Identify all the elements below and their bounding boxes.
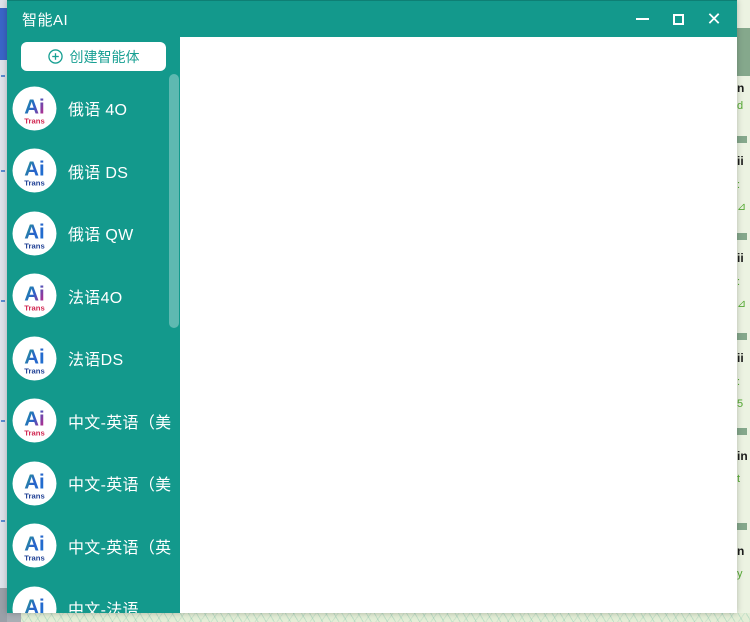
agent-label: 俄语 DS (68, 164, 129, 182)
sidebar: 创建智能体 Ai Trans 俄语 4O Ai Trans 俄语 DS Ai T… (7, 37, 180, 613)
agent-list-item[interactable]: Ai Trans 中文-英语（美 (7, 390, 180, 453)
agent-label: 法语DS (68, 352, 124, 370)
svg-text:Trans: Trans (24, 116, 44, 125)
background-text-fragment (737, 233, 747, 240)
background-strip-bottom-left (7, 613, 21, 622)
background-text-fragment: t (737, 473, 741, 485)
create-agent-label: 创建智能体 (69, 48, 140, 65)
background-text-fragment: ⊿ (737, 201, 747, 213)
svg-text:Ai: Ai (24, 345, 44, 368)
ai-trans-logo-icon: Ai Trans (12, 336, 57, 381)
background-text-fragment (737, 333, 747, 340)
background-text-fragment: ⊿ (737, 298, 747, 310)
svg-text:Ai: Ai (24, 533, 44, 556)
minimize-button[interactable] (629, 6, 655, 32)
background-text-fragment: ii (737, 251, 744, 265)
ai-trans-logo-icon: Ai Trans (12, 86, 57, 131)
ai-trans-logo-icon: Ai Trans (12, 461, 57, 506)
background-text-fragment (737, 523, 747, 530)
background-text-fragment: : (737, 179, 741, 191)
agent-list-item[interactable]: Ai Trans 俄语 4O (7, 77, 180, 140)
background-text-fragment (737, 136, 747, 143)
background-window-left-sliver (0, 0, 7, 622)
create-agent-button[interactable]: 创建智能体 (21, 42, 166, 71)
ai-trans-logo-icon: Ai Trans (12, 211, 57, 256)
sidebar-scrollbar-thumb[interactable] (169, 74, 179, 328)
window-body: 创建智能体 Ai Trans 俄语 4O Ai Trans 俄语 DS Ai T… (7, 37, 737, 613)
agent-label: 俄语 QW (68, 227, 134, 245)
background-tick (1, 520, 5, 522)
svg-text:Ai: Ai (24, 470, 44, 493)
svg-text:Trans: Trans (24, 304, 44, 313)
svg-text:Trans: Trans (24, 429, 44, 438)
background-strip-bottom (7, 613, 750, 622)
agent-list-item[interactable]: Ai Trans 中文-法语 (7, 577, 180, 613)
maximize-icon (672, 13, 684, 25)
plus-circle-icon (47, 49, 63, 64)
ai-trans-logo-icon: Ai Trans (12, 586, 57, 613)
background-tick (1, 300, 5, 302)
svg-text:Ai: Ai (24, 158, 44, 181)
background-tick (1, 420, 5, 422)
background-text-fragment: : (737, 376, 741, 388)
background-tick (1, 170, 5, 172)
agent-list-item[interactable]: Ai Trans 俄语 DS (7, 140, 180, 203)
background-text-fragment: in (737, 449, 748, 463)
background-text-fragment: : (737, 276, 741, 288)
svg-text:Ai: Ai (24, 283, 44, 306)
svg-text:Ai: Ai (24, 220, 44, 243)
background-text-fragment: n (737, 544, 745, 558)
svg-text:Trans: Trans (24, 366, 44, 375)
ai-trans-logo-icon: Ai Trans (12, 148, 57, 193)
background-text-fragment: 5 (737, 398, 744, 410)
svg-text:Trans: Trans (24, 491, 44, 500)
svg-text:Trans: Trans (24, 554, 44, 563)
agent-label: 法语4O (68, 289, 123, 307)
titlebar: 智能AI ✕ (7, 1, 737, 37)
ai-trans-logo-icon: Ai Trans (12, 398, 57, 443)
agent-label: 中文-英语（美 (68, 414, 172, 432)
svg-text:Ai: Ai (24, 95, 44, 118)
agent-list-item[interactable]: Ai Trans 中文-英语（英 (7, 515, 180, 578)
agent-list-item[interactable]: Ai Trans 法语DS (7, 327, 180, 390)
background-blue-block (0, 8, 7, 60)
background-text-fragment: ii (737, 154, 744, 168)
agent-list: Ai Trans 俄语 4O Ai Trans 俄语 DS Ai Trans 俄… (7, 77, 180, 613)
agent-label: 中文-英语（美 (68, 477, 172, 495)
ai-trans-logo-icon: Ai Trans (12, 273, 57, 318)
agent-label: 中文-法语 (68, 602, 139, 613)
background-text-fragment: d (737, 100, 744, 112)
close-button[interactable]: ✕ (701, 6, 727, 32)
maximize-button[interactable] (665, 6, 691, 32)
background-window-right-sliver: n d ii : ⊿ ii : ⊿ ii : 5 in t n y (737, 0, 750, 622)
agent-list-item[interactable]: Ai Trans 俄语 QW (7, 202, 180, 265)
svg-text:Ai: Ai (24, 595, 44, 613)
app-window: 智能AI ✕ 创建智能体 Ai Trans 俄语 4O Ai Trans 俄语 … (7, 0, 737, 613)
agent-label: 中文-英语（英 (68, 539, 172, 557)
background-text-fragment: y (737, 568, 743, 580)
main-content-empty (180, 37, 737, 613)
background-text-fragment (737, 428, 747, 435)
svg-text:Ai: Ai (24, 408, 44, 431)
agent-label: 俄语 4O (68, 102, 128, 120)
background-tick (1, 75, 5, 77)
window-controls: ✕ (629, 6, 727, 32)
background-text-fragment (737, 28, 750, 76)
minimize-icon (635, 18, 649, 20)
window-title: 智能AI (22, 11, 69, 29)
agent-list-item[interactable]: Ai Trans 中文-英语（美 (7, 452, 180, 515)
background-text-fragment: n (737, 81, 745, 95)
background-text-fragment: ii (737, 351, 744, 365)
svg-text:Trans: Trans (24, 179, 44, 188)
ai-trans-logo-icon: Ai Trans (12, 523, 57, 568)
svg-text:Trans: Trans (24, 241, 44, 250)
agent-list-item[interactable]: Ai Trans 法语4O (7, 265, 180, 328)
background-gray-block (0, 588, 7, 622)
screen: n d ii : ⊿ ii : ⊿ ii : 5 in t n y 智能AI ✕… (0, 0, 750, 622)
